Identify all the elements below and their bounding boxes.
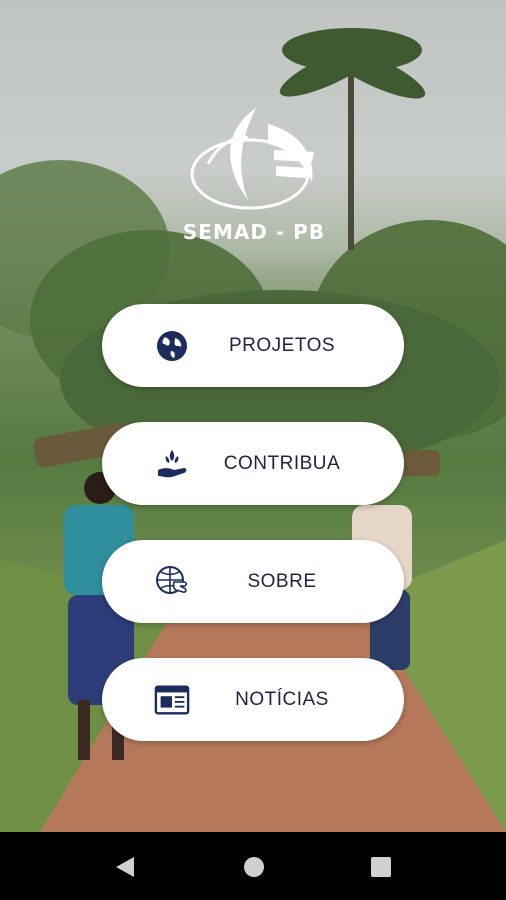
navigation-bar	[0, 832, 506, 900]
contribua-label: CONTRIBUA	[223, 452, 341, 474]
noticias-label: NOTÍCIAS	[235, 688, 329, 710]
sobre-button[interactable]: SOBRE	[102, 540, 404, 623]
projetos-label: PROJETOS	[228, 334, 336, 356]
projetos-button[interactable]: PROJETOS	[102, 304, 404, 387]
home-icon[interactable]	[243, 856, 265, 883]
recent-apps-icon[interactable]	[370, 856, 392, 883]
noticias-button[interactable]: NOTÍCIAS	[102, 658, 404, 741]
sobre-label: SOBRE	[247, 570, 317, 592]
logo-text: SEMAD - PB	[182, 220, 326, 244]
semad-logo: SEMAD - PB	[178, 104, 330, 244]
contribua-button[interactable]: CONTRIBUA	[102, 422, 404, 505]
back-icon[interactable]	[114, 856, 136, 883]
